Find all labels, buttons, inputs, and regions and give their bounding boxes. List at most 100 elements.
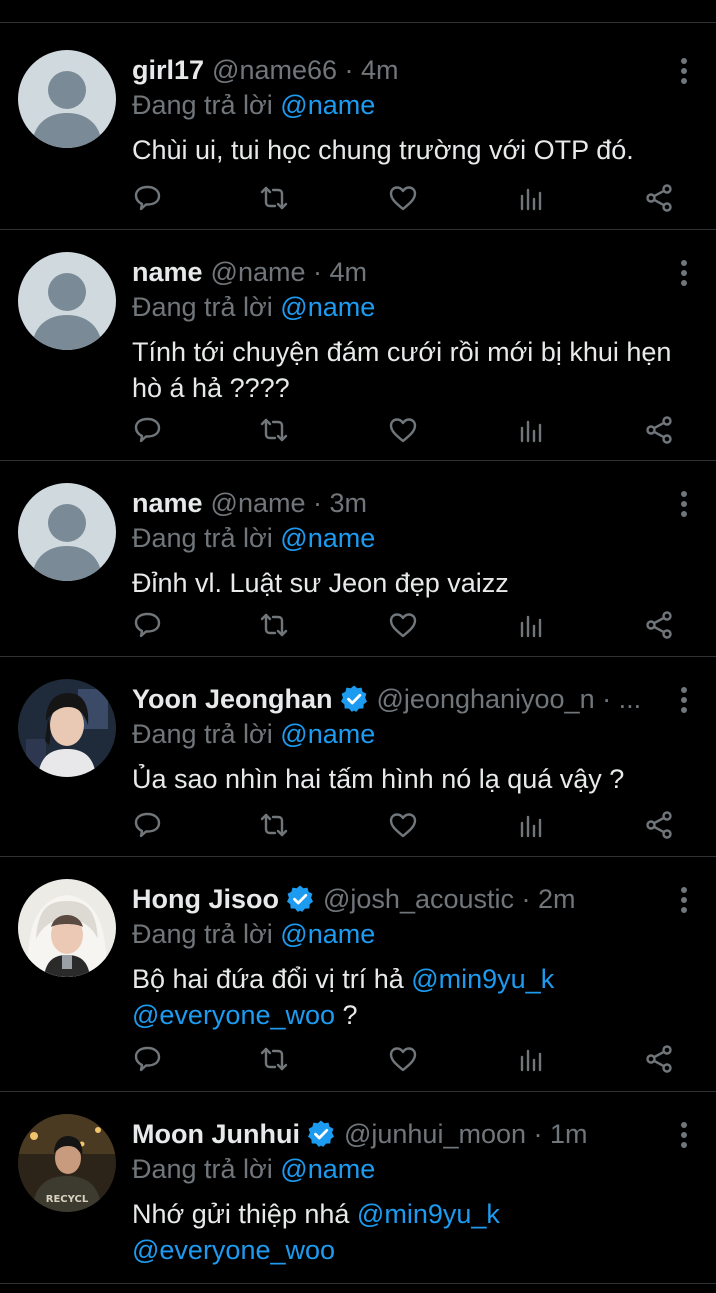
tweet-header: Moon Junhui @junhui_moon · 1m: [132, 1116, 656, 1152]
replying-to-mention[interactable]: @name: [280, 1154, 375, 1184]
tweet-text: Nhớ gửi thiệp nhá @min9yu_k @everyone_wo…: [132, 1196, 676, 1268]
replying-to-label: Đang trả lời: [132, 919, 273, 949]
reply-icon[interactable]: [132, 182, 164, 214]
tweet-header: name @name · 4m: [132, 254, 656, 290]
top-divider: [0, 22, 716, 23]
more-vertical-icon[interactable]: [678, 887, 690, 913]
heart-icon[interactable]: [387, 1043, 419, 1075]
tweet-text: Bộ hai đứa đổi vị trí hả @min9yu_k @ever…: [132, 961, 676, 1033]
avatar[interactable]: RECYCL: [18, 1114, 116, 1212]
more-vertical-icon[interactable]: [678, 58, 690, 84]
tweet[interactable]: Yoon Jeonghan @jeonghaniyoo_n · ... Đang t…: [0, 657, 716, 857]
share-icon[interactable]: [643, 809, 675, 841]
mention-link[interactable]: @everyone_woo: [132, 1235, 335, 1265]
reply-feed: girl17 @name66 · 4m Đang trả lời @name Chùi…: [0, 0, 716, 1293]
replying-to-label: Đang trả lời: [132, 292, 273, 322]
author-name[interactable]: name: [132, 485, 203, 521]
reply-icon[interactable]: [132, 809, 164, 841]
author-name[interactable]: Hong Jisoo: [132, 881, 279, 917]
more-vertical-icon[interactable]: [678, 491, 690, 517]
tweet-text-segment: Ủa sao nhìn hai tấm hình nó lạ quá vậy ?: [132, 764, 625, 794]
mention-link[interactable]: @min9yu_k: [357, 1199, 500, 1229]
author-name[interactable]: Moon Junhui: [132, 1116, 300, 1152]
avatar[interactable]: [18, 50, 116, 148]
author-name[interactable]: name: [132, 254, 203, 290]
tweet-text-segment: Bộ hai đứa đổi vị trí hả: [132, 964, 412, 994]
tweet[interactable]: name @name · 3m Đang trả lời @name Đỉnh vl.…: [0, 461, 716, 657]
tweet-header: girl17 @name66 · 4m: [132, 52, 656, 88]
share-icon[interactable]: [643, 1043, 675, 1075]
replying-to-mention[interactable]: @name: [280, 90, 375, 120]
mention-link[interactable]: @everyone_woo: [132, 1000, 335, 1030]
replying-to: Đang trả lời @name: [132, 1152, 375, 1186]
reply-icon[interactable]: [132, 609, 164, 641]
tweet[interactable]: RECYCL Moon Junhui @junhui_moon · 1m Đang t…: [0, 1092, 716, 1284]
retweet-icon[interactable]: [258, 609, 290, 641]
handle-and-time: @name · 4m: [210, 257, 367, 287]
author-name[interactable]: Yoon Jeonghan: [132, 681, 333, 717]
more-vertical-icon[interactable]: [678, 1122, 690, 1148]
heart-icon[interactable]: [387, 609, 419, 641]
share-icon[interactable]: [643, 182, 675, 214]
tweet-text: Đỉnh vl. Luật sư Jeon đẹp vaizz: [132, 565, 676, 601]
views-chart-icon[interactable]: [516, 414, 548, 446]
tweet-text: Ủa sao nhìn hai tấm hình nó lạ quá vậy ?: [132, 761, 676, 797]
tweet-actions: [0, 809, 716, 845]
replying-to-mention[interactable]: @name: [280, 523, 375, 553]
views-chart-icon[interactable]: [516, 609, 548, 641]
heart-icon[interactable]: [387, 809, 419, 841]
replying-to: Đang trả lời @name: [132, 717, 375, 751]
verified-badge-icon: [339, 684, 369, 714]
reply-icon[interactable]: [132, 1043, 164, 1075]
more-vertical-icon[interactable]: [678, 687, 690, 713]
replying-to: Đang trả lời @name: [132, 521, 375, 555]
avatar[interactable]: [18, 679, 116, 777]
more-vertical-icon[interactable]: [678, 260, 690, 286]
retweet-icon[interactable]: [258, 1043, 290, 1075]
replying-to: Đang trả lời @name: [132, 88, 375, 122]
handle-and-time: @junhui_moon · 1m: [343, 1119, 588, 1149]
avatar[interactable]: [18, 252, 116, 350]
tweet-header: Hong Jisoo @josh_acoustic · 2m: [132, 881, 656, 917]
tweet-actions: [0, 609, 716, 645]
views-chart-icon[interactable]: [516, 182, 548, 214]
handle-and-time: @josh_acoustic · 2m: [323, 884, 576, 914]
retweet-icon[interactable]: [258, 809, 290, 841]
replying-to-label: Đang trả lời: [132, 90, 273, 120]
replying-to-label: Đang trả lời: [132, 1154, 273, 1184]
tweet-header: Yoon Jeonghan @jeonghaniyoo_n · ...: [132, 681, 656, 717]
share-icon[interactable]: [643, 609, 675, 641]
tweet-text-segment: Tính tới chuyện đám cưới rồi mới bị khui…: [132, 337, 672, 403]
views-chart-icon[interactable]: [516, 809, 548, 841]
replying-to-mention[interactable]: @name: [280, 719, 375, 749]
tweet-actions: [0, 414, 716, 450]
tweet-text-segment: Chùi ui, tui học chung trường với OTP đó…: [132, 135, 634, 165]
handle-and-time: @name66 · 4m: [212, 55, 399, 85]
replying-to-mention[interactable]: @name: [280, 292, 375, 322]
tweet[interactable]: girl17 @name66 · 4m Đang trả lời @name Chùi…: [0, 28, 716, 230]
heart-icon[interactable]: [387, 414, 419, 446]
verified-badge-icon: [285, 884, 315, 914]
svg-text:RECYCL: RECYCL: [46, 1194, 89, 1205]
handle-and-time: @jeonghaniyoo_n · ...: [376, 684, 642, 714]
author-name[interactable]: girl17: [132, 52, 204, 88]
tweet[interactable]: Hong Jisoo @josh_acoustic · 2m Đang trả lờ…: [0, 857, 716, 1092]
avatar[interactable]: [18, 879, 116, 977]
replying-to-label: Đang trả lời: [132, 523, 273, 553]
heart-icon[interactable]: [387, 182, 419, 214]
tweet-text-segment: ?: [335, 1000, 358, 1030]
replying-to: Đang trả lời @name: [132, 917, 375, 951]
avatar[interactable]: [18, 483, 116, 581]
tweet-actions: [0, 1043, 716, 1079]
tweet-text: Chùi ui, tui học chung trường với OTP đó…: [132, 132, 676, 168]
retweet-icon[interactable]: [258, 414, 290, 446]
retweet-icon[interactable]: [258, 182, 290, 214]
share-icon[interactable]: [643, 414, 675, 446]
tweet-text-segment: Đỉnh vl. Luật sư Jeon đẹp vaizz: [132, 568, 509, 598]
reply-icon[interactable]: [132, 414, 164, 446]
views-chart-icon[interactable]: [516, 1043, 548, 1075]
mention-link[interactable]: @min9yu_k: [411, 964, 554, 994]
tweet[interactable]: name @name · 4m Đang trả lời @name Tính tới…: [0, 230, 716, 461]
tweet-header: name @name · 3m: [132, 485, 656, 521]
replying-to-mention[interactable]: @name: [280, 919, 375, 949]
